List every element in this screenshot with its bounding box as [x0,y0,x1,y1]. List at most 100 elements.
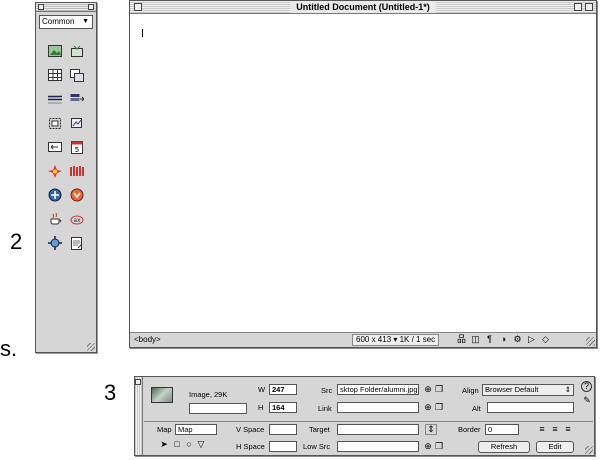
hspace-field[interactable] [269,441,297,452]
height-label: H [258,403,264,412]
src-label: Src [321,386,333,395]
inspector-divider [144,421,593,422]
refresh-button[interactable]: Refresh [478,441,530,453]
behaviors-icon[interactable]: ⚙ [512,333,523,345]
edit-button[interactable]: Edit [536,441,574,453]
quick-tag-editor-icon[interactable]: ✎ [581,395,593,406]
insert-plugin-icon[interactable] [47,235,63,251]
insert-layer-icon[interactable] [47,115,63,131]
tag-selector[interactable]: <body> [134,333,161,346]
help-icon[interactable]: ? [581,381,592,392]
document-title: Untitled Document (Untitled-1*) [290,1,436,13]
insert-image-icon[interactable] [47,43,63,59]
palette-category-select[interactable]: Common ▼ [39,15,93,29]
hspace-label: H Space [236,442,265,451]
insert-shockwave-icon[interactable] [69,163,85,179]
insert-nav-bar-icon[interactable] [69,91,85,107]
css-styles-icon[interactable]: ◑ [498,333,509,345]
pointer-hotspot-icon[interactable]: ➤ [158,439,170,450]
width-label: W [258,385,266,394]
image-name-field[interactable] [189,403,247,414]
target-label: Target [309,425,330,434]
height-field[interactable]: 164 [269,402,297,413]
insert-date-icon[interactable]: 5 [69,139,85,155]
align-select[interactable]: Browser Default ⇕ [482,384,574,396]
lowsrc-browse-folder-icon[interactable]: ❐ [433,441,445,452]
objects-palette: Common ▼ 5 ax [35,2,97,353]
border-label: Border [458,425,481,434]
html-source-icon[interactable]: ◇ [540,333,551,345]
width-field[interactable]: 247 [269,384,297,395]
vspace-label: V Space [236,425,265,434]
map-name-field[interactable]: Map [175,424,217,435]
browse-folder-icon[interactable]: ❐ [433,384,445,395]
inspector-drag-bar[interactable] [135,377,143,455]
insert-rule-icon[interactable] [47,91,63,107]
window-close-box[interactable] [134,3,142,11]
site-icon[interactable]: 品 [456,333,467,345]
palette-icon-grid: 5 ax [47,43,96,251]
map-label: Map [157,425,172,434]
insert-rollover-icon[interactable] [69,43,85,59]
target-field[interactable] [337,424,419,435]
stepper-icon: ⇕ [564,385,571,394]
insert-layer-image-icon[interactable] [69,115,85,131]
window-resize-handle[interactable] [586,337,595,346]
insert-tabular-data-icon[interactable] [69,67,85,83]
text-cursor [142,29,143,37]
insert-table-icon[interactable] [47,67,63,83]
insert-server-markup-icon[interactable] [69,235,85,251]
palette-collapse-box[interactable] [88,4,94,10]
window-zoom-box[interactable] [574,3,582,11]
insert-line-break-icon[interactable] [47,139,63,155]
alt-label: Alt [472,404,481,413]
window-size-popup[interactable]: 600 x 413 ▾ 1K / 1 sec [352,334,440,346]
align-left-icon[interactable]: ≡ [536,424,548,435]
align-label: Align [462,386,479,395]
rect-hotspot-icon[interactable]: □ [171,439,183,450]
inspector-expand-handle[interactable] [585,446,593,454]
chevron-down-icon: ▼ [82,18,89,25]
palette-category-label: Common [42,17,75,26]
link-field[interactable] [337,402,419,413]
polygon-hotspot-icon[interactable]: ▽ [195,439,207,450]
image-thumbnail [151,387,173,403]
property-inspector: Image, 29K W 247 H 164 Src sktop Folder/… [134,376,595,456]
palette-title-bar[interactable] [36,3,96,12]
mini-launcher: 品 ◫ ¶ ◑ ⚙ ▷ ◇ [456,333,551,345]
insert-flash-icon[interactable] [47,163,63,179]
window-collapse-box[interactable] [585,3,593,11]
align-value: Browser Default [485,385,539,394]
document-title-bar[interactable]: Untitled Document (Untitled-1*) [130,1,596,14]
link-label: Link [318,404,332,413]
library-icon[interactable]: ◫ [470,333,481,345]
stray-text: s. [0,336,18,361]
insert-fireworks-icon[interactable] [69,187,85,203]
palette-resize-handle[interactable] [87,343,95,351]
object-type-label: Image, 29K [189,390,228,399]
insert-activex-icon[interactable]: ax [69,211,85,227]
palette-close-box[interactable] [38,4,44,10]
vspace-field[interactable] [269,424,297,435]
target-dropdown-icon[interactable]: ⇕ [425,424,437,435]
align-right-icon[interactable]: ≡ [562,424,574,435]
align-center-icon[interactable]: ≡ [549,424,561,435]
lowsrc-label: Low Src [303,442,331,451]
svg-text:ax: ax [73,217,81,224]
svg-text:5: 5 [75,146,79,154]
alt-field[interactable] [487,402,574,413]
oval-hotspot-icon[interactable]: ○ [183,439,195,450]
link-browse-folder-icon[interactable]: ❐ [433,402,445,413]
insert-generator-icon[interactable] [47,187,63,203]
html-styles-icon[interactable]: ¶ [484,333,495,345]
document-window: Untitled Document (Untitled-1*) <body> 6… [129,0,597,348]
src-field[interactable]: sktop Folder/alumni.jpg [337,384,419,395]
border-field[interactable]: 0 [485,424,519,435]
lowsrc-field[interactable] [337,441,419,452]
document-canvas[interactable] [130,15,596,332]
inspector-close-box[interactable] [135,379,141,385]
insert-applet-icon[interactable] [47,211,63,227]
status-bar: <body> 600 x 413 ▾ 1K / 1 sec 品 ◫ ¶ ◑ ⚙ … [130,332,596,347]
callout-2: 2 [10,229,23,254]
timelines-icon[interactable]: ▷ [526,333,537,345]
